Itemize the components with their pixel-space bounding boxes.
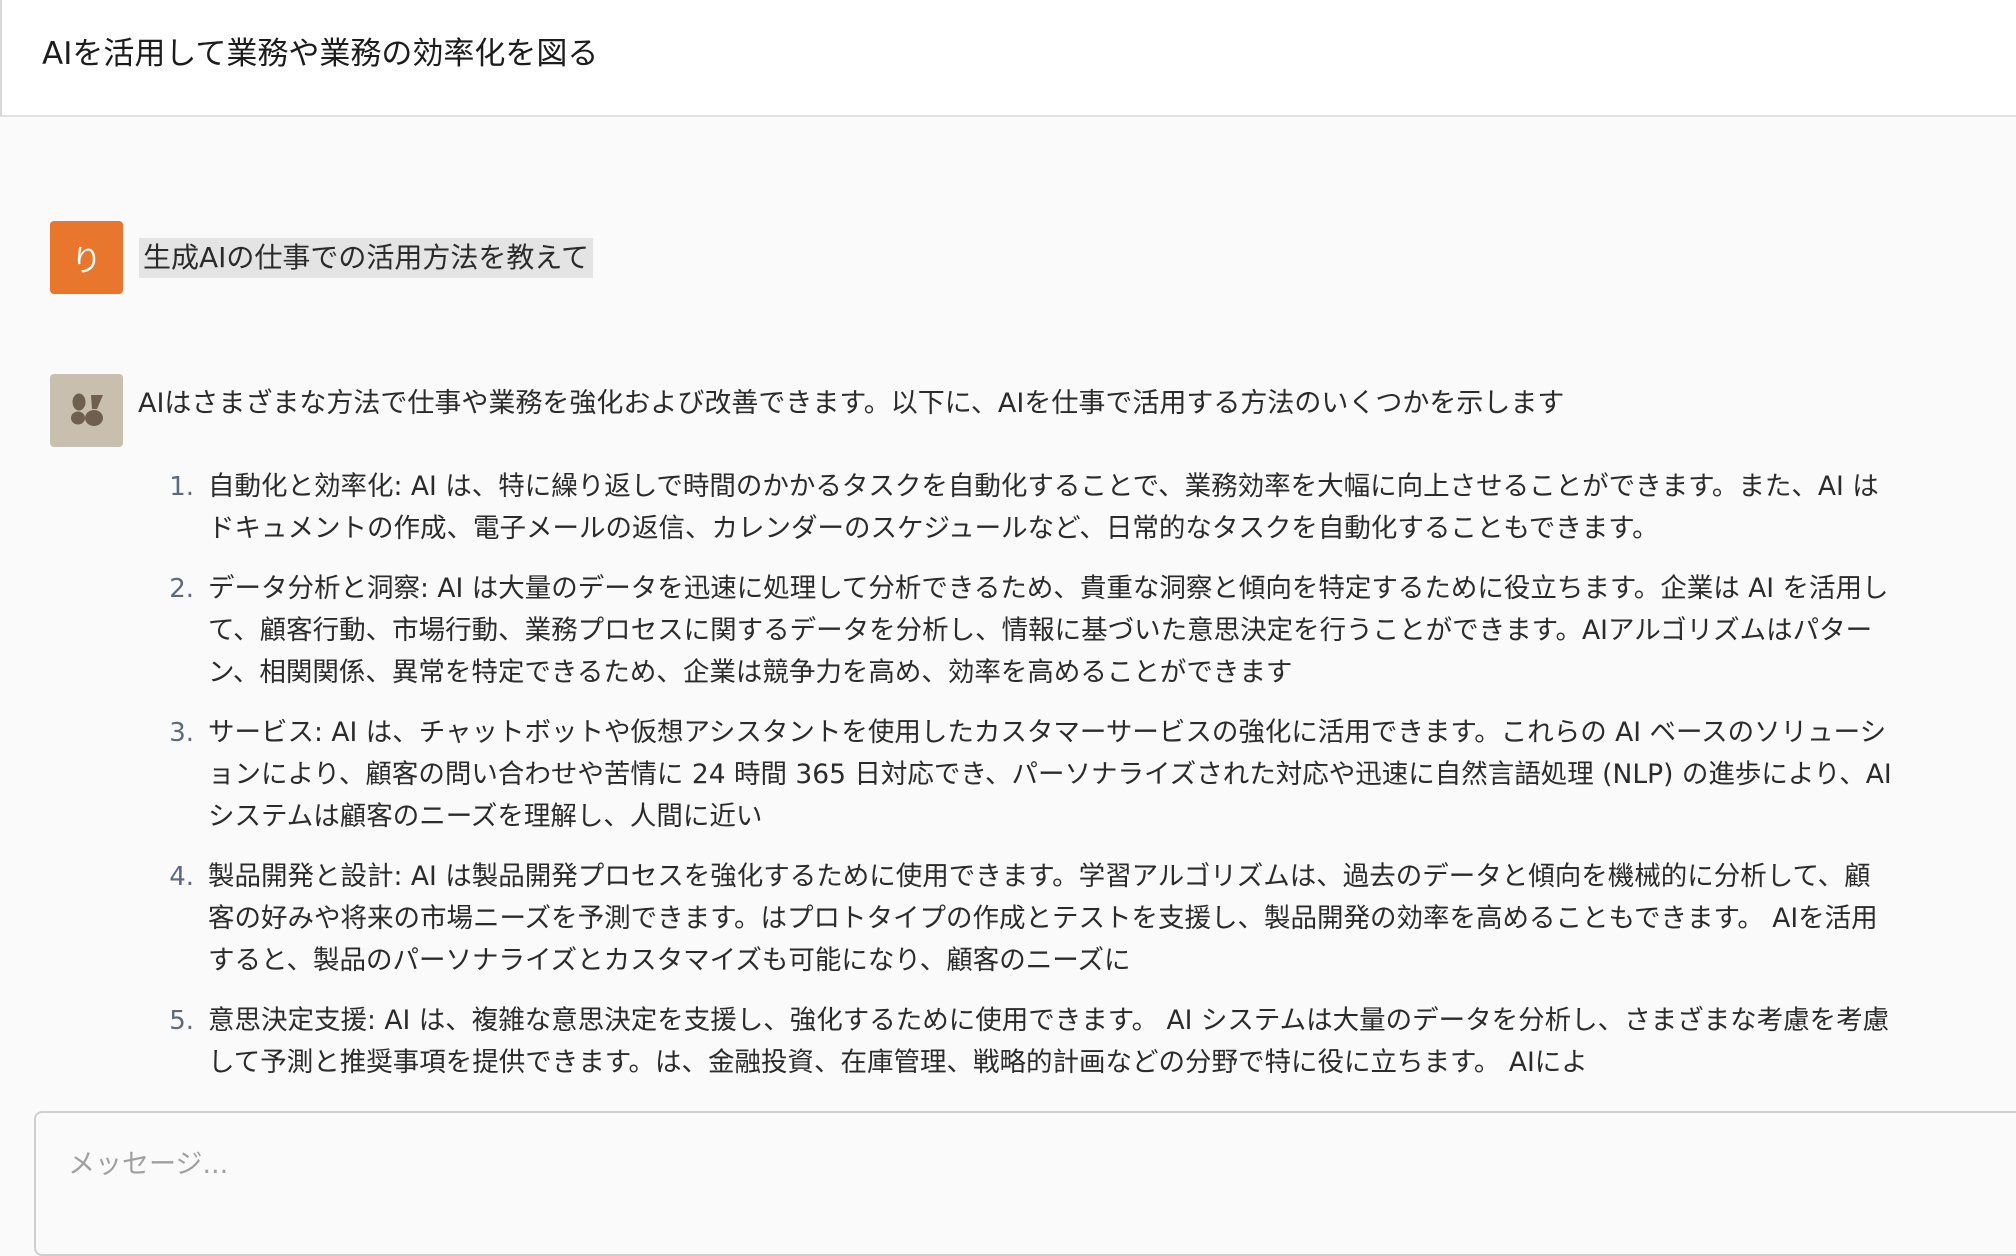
list-number: 1. — [169, 472, 194, 502]
user-message: り 生成AIの仕事での活用方法を教えて — [50, 221, 594, 294]
message-composer — [34, 1111, 2016, 1256]
assistant-intro: AIはさまざまな方法で仕事や業務を強化および改善できます。以下に、AIを仕事で活… — [138, 388, 1565, 419]
user-avatar-initial: り — [71, 243, 102, 279]
claude-logo-icon — [70, 393, 103, 426]
list-item: 5. 意思決定支援: AI は、複雑な意思決定を支援し、強化するために使用できま… — [154, 1000, 1894, 1084]
list-item-text: 意思決定支援: AI は、複雑な意思決定を支援し、強化するために使用できます。 … — [208, 1005, 1890, 1078]
list-item: 1. 自動化と効率化: AI は、特に繰り返しで時間のかかるタスクを自動化するこ… — [154, 466, 1894, 550]
list-item: 2. データ分析と洞察: AI は大量のデータを迅速に処理して分析できるため、貴… — [154, 568, 1894, 694]
list-number: 3. — [169, 718, 194, 748]
list-item-text: データ分析と洞察: AI は大量のデータを迅速に処理して分析できるため、貴重な洞… — [208, 573, 1889, 688]
list-item: 3. サービス: AI は、チャットボットや仮想アシスタントを使用したカスタマー… — [154, 712, 1894, 838]
list-item-text: 製品開発と設計: AI は製品開発プロセスを強化するために使用できます。学習アル… — [208, 861, 1878, 976]
assistant-avatar — [50, 374, 123, 447]
conversation-title[interactable]: AIを活用して業務や業務の効率化を図る — [42, 32, 598, 76]
list-number: 2. — [169, 574, 194, 604]
list-number: 4. — [169, 862, 194, 892]
list-number: 5. — [169, 1006, 194, 1036]
conversation-header: AIを活用して業務や業務の効率化を図る — [0, 0, 2016, 117]
user-message-text: 生成AIの仕事での活用方法を教えて — [139, 237, 594, 278]
list-item: 4. 製品開発と設計: AI は製品開発プロセスを強化するために使用できます。学… — [154, 856, 1894, 982]
list-item-text: 自動化と効率化: AI は、特に繰り返しで時間のかかるタスクを自動化することで、… — [208, 471, 1879, 544]
message-input[interactable] — [66, 1143, 1970, 1185]
user-avatar: り — [50, 221, 123, 294]
list-item-text: サービス: AI は、チャットボットや仮想アシスタントを使用したカスタマーサービ… — [208, 717, 1892, 832]
assistant-list: 1. 自動化と効率化: AI は、特に繰り返しで時間のかかるタスクを自動化するこ… — [154, 466, 1894, 1102]
